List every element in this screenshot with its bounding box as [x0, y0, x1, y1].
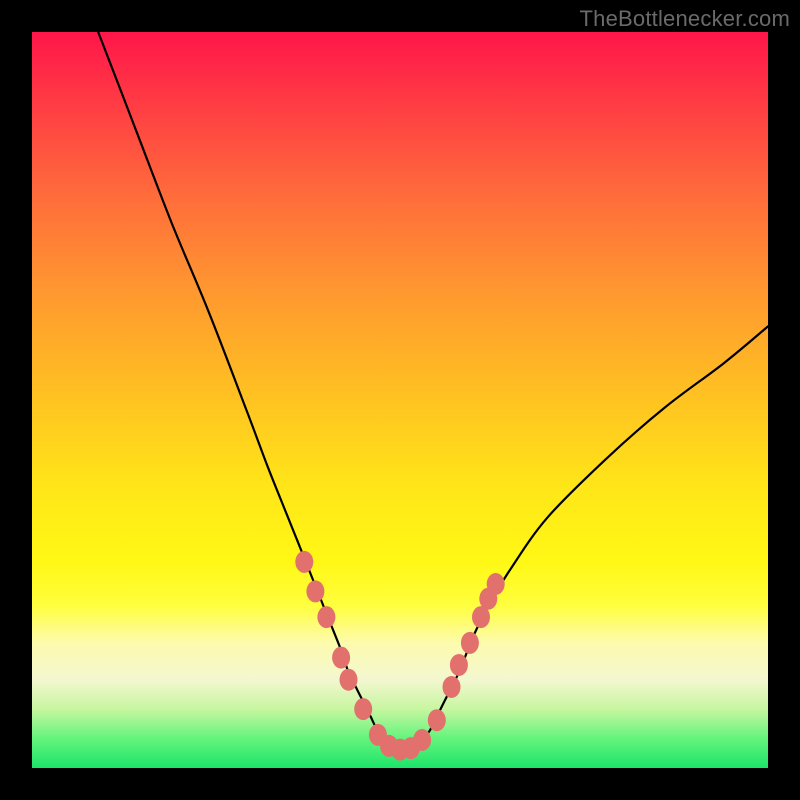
marker-point	[428, 709, 446, 731]
bottleneck-curve	[98, 32, 768, 750]
highlight-markers	[295, 551, 504, 761]
chart-frame: TheBottlenecker.com	[0, 0, 800, 800]
curve-svg	[32, 32, 768, 768]
marker-point	[461, 632, 479, 654]
marker-point	[340, 669, 358, 691]
marker-point	[306, 580, 324, 602]
plot-area	[32, 32, 768, 768]
marker-point	[443, 676, 461, 698]
marker-point	[354, 698, 372, 720]
marker-point	[413, 729, 431, 751]
marker-point	[332, 647, 350, 669]
watermark-text: TheBottlenecker.com	[580, 6, 790, 32]
marker-point	[317, 606, 335, 628]
marker-point	[450, 654, 468, 676]
marker-point	[487, 573, 505, 595]
marker-point	[295, 551, 313, 573]
